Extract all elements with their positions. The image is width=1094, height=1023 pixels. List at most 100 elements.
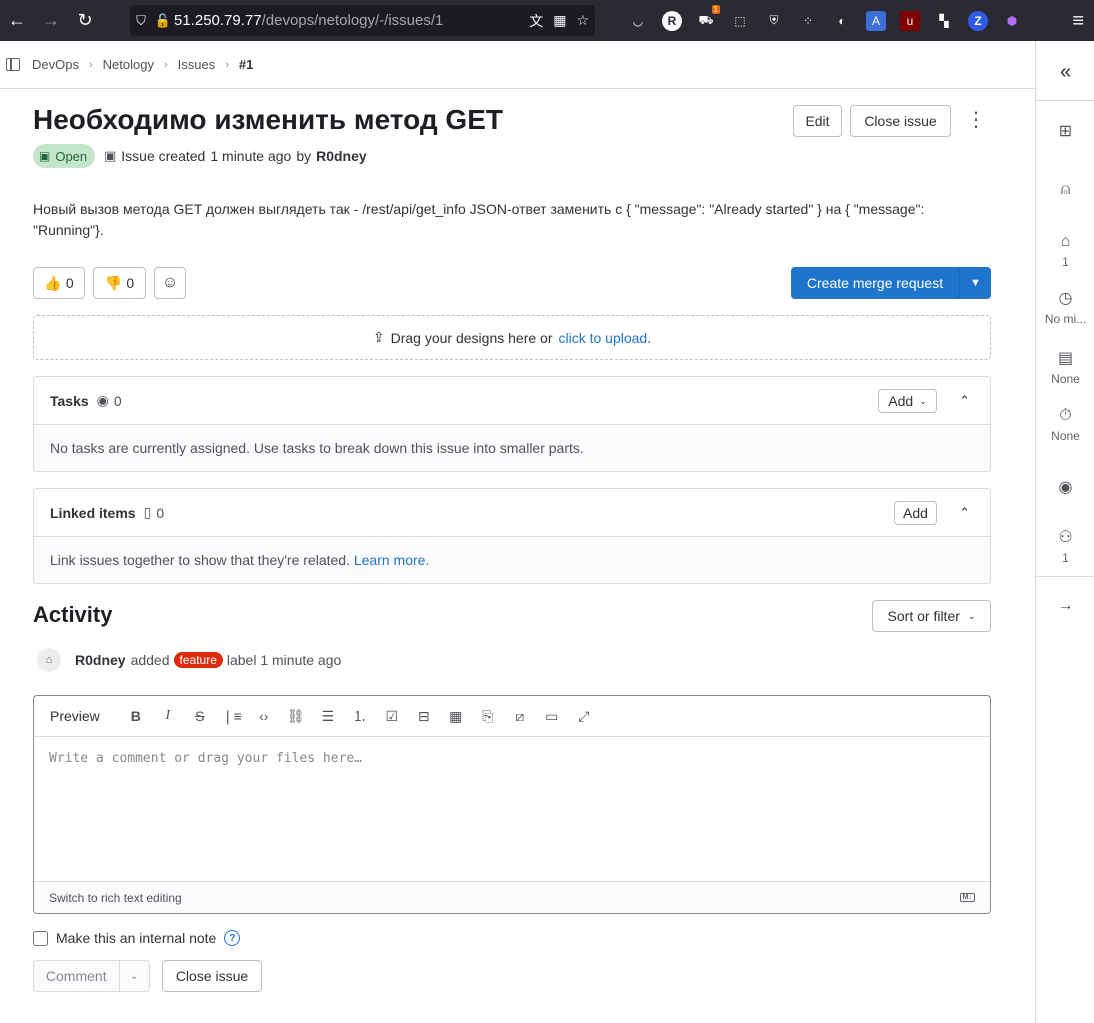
chevron-down-icon[interactable]: ⌄ <box>120 961 149 991</box>
issue-description: Новый вызов метода GET должен выглядеть … <box>33 201 925 238</box>
grid-icon[interactable]: ▚ <box>934 11 954 31</box>
breadcrumb-current[interactable]: #1 <box>239 57 253 72</box>
back-icon[interactable]: ← <box>0 0 34 41</box>
event-user[interactable]: R0dney <box>75 652 126 668</box>
activity-heading: Activity <box>33 602 113 627</box>
user-icon: ⍝ <box>1060 181 1071 198</box>
assignee-icon[interactable]: ⍝ <box>1036 181 1094 203</box>
task-list-icon[interactable]: ☑ <box>376 708 408 725</box>
issue-open-icon: ▣ <box>39 149 51 163</box>
todo-icon[interactable]: ⊞ <box>1036 121 1094 145</box>
tasks-add-button[interactable]: Add ⌄ <box>878 389 937 413</box>
darkreader-icon[interactable]: ◐ <box>832 11 852 31</box>
participants-item[interactable]: ⚇ 1 <box>1036 527 1094 565</box>
event-action: added <box>130 652 170 668</box>
hamburger-menu-icon[interactable]: ≡ <box>1072 10 1084 33</box>
sort-filter-button[interactable]: Sort or filter ⌄ <box>872 600 991 632</box>
breadcrumb-netology[interactable]: Netology <box>103 57 154 72</box>
thumbs-up-icon: 👍 <box>44 274 62 291</box>
labels-item[interactable]: ⌂ 1 <box>1036 233 1094 269</box>
collapsible-icon[interactable]: ⊟ <box>408 708 440 725</box>
code-icon[interactable]: ‹› <box>248 708 280 724</box>
sidebar-toggle-icon[interactable] <box>6 58 20 71</box>
author-link[interactable]: R0dney <box>316 148 367 164</box>
pocket-icon[interactable]: ◡ <box>628 11 648 31</box>
tasks-collapse-icon[interactable]: ⌃ <box>959 393 970 409</box>
page-title: Необходимо изменить метод GET <box>33 104 503 135</box>
linked-add-button[interactable]: Add <box>894 501 937 525</box>
z-icon[interactable]: Z <box>968 10 988 31</box>
internal-note-checkbox[interactable] <box>33 930 48 946</box>
switch-rich-text-link[interactable]: Switch to rich text editing <box>49 891 182 905</box>
thumbs-up-button[interactable]: 👍 0 <box>33 267 85 299</box>
collapse-sidebar-icon[interactable]: « <box>1036 61 1094 88</box>
comment-editor: Preview B I S ❘≡ ‹› ⛓ ☰ ⒈ ☑ ⊟ ▦ ⎘ ⧄ ▭ ⤢ … <box>33 695 991 914</box>
task-done-icon: ◉ <box>96 392 109 408</box>
translate-icon[interactable]: 文 <box>529 11 543 31</box>
quote-icon[interactable]: ❘≡ <box>216 708 248 725</box>
create-merge-request-button[interactable]: Create merge request <box>791 267 959 299</box>
design-dropzone[interactable]: ⇪ Drag your designs here or click to upl… <box>33 315 991 360</box>
activity-event: ⌂ R0dney added feature label 1 minute ag… <box>37 648 341 672</box>
comment-button[interactable]: Comment <box>34 961 120 991</box>
extension-r-icon[interactable]: R <box>662 10 682 31</box>
dots-icon[interactable]: ⁘ <box>798 11 818 31</box>
ublock-icon[interactable]: u <box>900 10 920 31</box>
thumbs-down-button[interactable]: 👎 0 <box>93 267 146 299</box>
comment-textarea[interactable] <box>34 737 990 881</box>
strikethrough-icon[interactable]: S <box>184 708 216 724</box>
cube-icon[interactable]: ⬢ <box>1002 11 1022 31</box>
linked-collapse-icon[interactable]: ⌃ <box>959 505 970 521</box>
due-date-item[interactable]: ▤ None <box>1036 348 1094 386</box>
insecure-lock-icon[interactable]: 🔓 <box>152 13 174 29</box>
add-reaction-button[interactable]: ☺ <box>154 267 186 299</box>
translator-icon[interactable]: A <box>866 10 886 31</box>
dropzone-text: Drag your designs here or <box>390 329 553 346</box>
breadcrumb-issues[interactable]: Issues <box>178 57 216 72</box>
move-issue-item[interactable]: → <box>1036 597 1094 619</box>
milestone-item[interactable]: ◷ No mi... <box>1036 288 1094 326</box>
thumbs-up-count: 0 <box>65 275 74 291</box>
italic-icon[interactable]: I <box>152 708 184 724</box>
address-bar[interactable]: ⛉ 🔓 51.250.79.77/devops/netology/-/issue… <box>130 5 595 36</box>
learn-more-link[interactable]: Learn more. <box>354 552 429 568</box>
time-tracking-item[interactable]: ⏱ None <box>1036 407 1094 443</box>
attach-icon[interactable]: ⎘ <box>472 708 504 725</box>
bullet-list-icon[interactable]: ☰ <box>312 708 344 725</box>
question-icon[interactable]: ? <box>224 930 241 946</box>
tasks-heading: Tasks <box>50 392 89 409</box>
fullscreen-icon[interactable]: ⤢ <box>568 708 600 725</box>
reload-icon[interactable]: ↻ <box>68 0 102 41</box>
bold-icon[interactable]: B <box>120 708 152 724</box>
close-issue-button[interactable]: Close issue <box>162 960 262 992</box>
more-actions-icon[interactable]: ⋮ <box>966 110 986 132</box>
shield-icon[interactable]: ⛉ <box>130 13 152 29</box>
close-issue-header-button[interactable]: Close issue <box>850 105 951 137</box>
chevron-down-icon: ⌄ <box>919 395 927 406</box>
quick-action-icon[interactable]: ⧄ <box>504 708 536 725</box>
comment-template-icon[interactable]: ▭ <box>536 708 568 725</box>
meta-time[interactable]: 1 minute ago <box>210 148 291 164</box>
tasks-add-label: Add <box>888 393 914 409</box>
link-icon[interactable]: ⛓ <box>280 708 312 725</box>
table-icon[interactable]: ▦ <box>440 708 472 725</box>
create-merge-request-split-button: Create merge request ▼ <box>791 267 991 299</box>
bitwarden-icon[interactable]: ⛨ <box>764 11 784 31</box>
puzzle-icon[interactable]: ⬚ <box>730 11 750 31</box>
preview-tab[interactable]: Preview <box>50 708 100 724</box>
notifications-item[interactable]: ◉ <box>1036 477 1094 501</box>
calendar-icon: ▤ <box>1057 350 1074 367</box>
internal-note-label[interactable]: Make this an internal note <box>56 930 216 946</box>
browser-toolbar: ← → ↻ ⛉ 🔓 51.250.79.77/devops/netology/-… <box>0 0 1094 41</box>
numbered-list-icon[interactable]: ⒈ <box>344 706 376 726</box>
click-to-upload-link[interactable]: click to upload. <box>559 330 652 346</box>
chevron-down-icon[interactable]: ▼ <box>959 267 991 299</box>
forward-icon[interactable]: → <box>34 0 68 41</box>
meta-by: by <box>296 148 312 164</box>
bookmark-star-icon[interactable]: ☆ <box>576 12 589 29</box>
extension-badge-icon[interactable]: ⛟ 1 <box>696 4 720 31</box>
qr-icon[interactable]: ▦ <box>553 12 566 29</box>
edit-button[interactable]: Edit <box>793 105 842 137</box>
breadcrumb-devops[interactable]: DevOps <box>32 57 79 72</box>
feature-label-badge[interactable]: feature <box>173 652 223 668</box>
